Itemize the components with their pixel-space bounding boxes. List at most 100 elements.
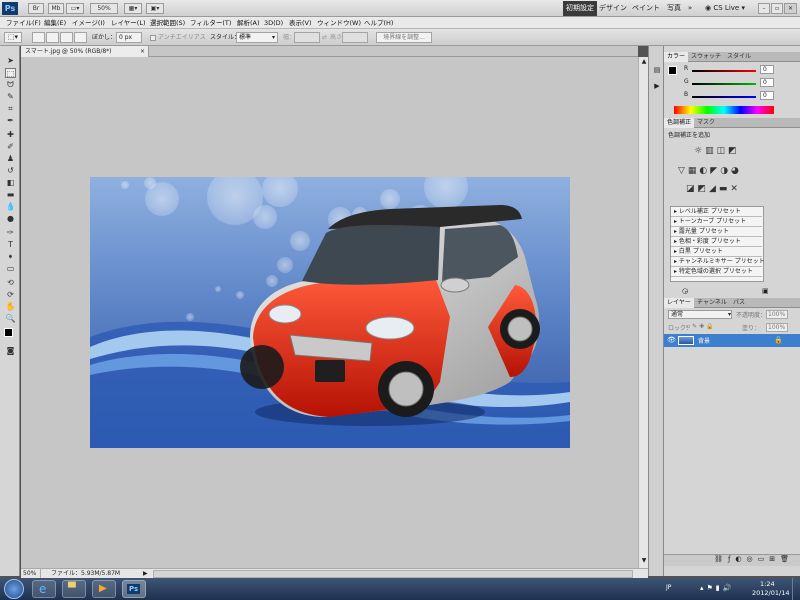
zoom-tool-icon[interactable]: 🔍 [5,314,16,324]
antialias-checkbox[interactable] [150,35,156,41]
screen-mode-button[interactable]: ▣▾ [146,3,164,14]
preset-exposure[interactable]: ▸ 露光量 プリセット [671,227,762,237]
lock-icons[interactable]: ▫✎✚🔒 [686,323,716,330]
menu-layer[interactable]: レイヤー(L) [111,17,146,29]
document-close-icon[interactable]: × [140,46,145,57]
cs-live-button[interactable]: ◉ CS Live ▾ [701,1,749,16]
clone-stamp-tool-icon[interactable]: ♟ [5,154,16,164]
taskbar-media-player-icon[interactable]: ▶ [92,580,116,598]
foreground-color-swatch[interactable] [4,328,13,337]
r-slider[interactable] [692,70,756,72]
dodge-tool-icon[interactable]: ● [5,214,16,224]
vertical-scrollbar[interactable]: ▲ ▼ [638,57,648,568]
r-input[interactable]: 0 [760,65,774,74]
adjustment-icons-row-2[interactable]: ▽▦◐◤◑◕ [678,166,768,176]
move-tool-icon[interactable]: ➤ [5,56,16,66]
minimize-button[interactable]: – [758,3,770,14]
horizontal-scrollbar[interactable] [153,570,633,578]
history-panel-icon[interactable]: ▤ [652,66,662,76]
adjustment-icons-row-1[interactable]: ☼▥◫◩ [694,146,764,156]
3d-camera-tool-icon[interactable]: ⟳ [5,290,16,300]
workspace-photo[interactable]: 写真 [663,1,685,16]
b-input[interactable]: 0 [760,91,774,100]
scroll-up-arrow[interactable]: ▲ [640,58,648,66]
quick-mask-icon[interactable]: ◙ [5,346,16,356]
healing-brush-tool-icon[interactable]: ✚ [5,130,16,140]
b-slider[interactable] [692,96,756,98]
history-brush-tool-icon[interactable]: ↺ [5,166,16,176]
blend-mode-select[interactable]: 通常 ▾ [668,310,732,319]
document-image[interactable] [90,177,570,448]
menu-view[interactable]: 表示(V) [289,17,312,29]
adjustment-mask-icon[interactable]: ◶ [682,287,688,295]
workspace-paint[interactable]: ペイント [631,1,661,16]
new-selection-icon[interactable] [32,32,45,43]
preset-black-white[interactable]: ▸ 白黒 プリセット [671,247,762,257]
layer-name[interactable]: 背景 [698,336,710,345]
g-slider[interactable] [692,83,756,85]
tab-masks[interactable]: マスク [694,118,718,128]
brush-tool-icon[interactable]: ✐ [5,142,16,152]
preset-levels[interactable]: ▸ レベル補正 プリセット [671,207,762,217]
type-tool-icon[interactable]: T [5,240,16,250]
color-ramp[interactable] [674,106,774,114]
start-button[interactable] [4,579,24,599]
menu-window[interactable]: ウィンドウ(W) [317,17,361,29]
extras-menu-button[interactable]: ▭▾ [66,3,84,14]
eyedropper-tool-icon[interactable]: ✒ [5,116,16,126]
style-select[interactable]: 標準 ▾ [236,32,278,43]
close-button[interactable]: ✕ [784,3,797,14]
tab-layers[interactable]: レイヤー [664,298,694,308]
layers-bottom-toolbar[interactable]: ⛓ƒ◐◎▭⊞🗑 [664,554,800,566]
intersect-selection-icon[interactable] [74,32,87,43]
menu-help[interactable]: ヘルプ(H) [364,17,393,29]
workspace-design[interactable]: デザイン [599,1,627,16]
add-to-selection-icon[interactable] [46,32,59,43]
menu-filter[interactable]: フィルター(T) [190,17,231,29]
taskbar-photoshop-icon[interactable]: Ps [122,580,146,598]
preset-curves[interactable]: ▸ トーンカーブ プリセット [671,217,762,227]
gradient-tool-icon[interactable]: ▬ [5,190,16,200]
menu-image[interactable]: イメージ(I) [72,17,105,29]
quick-selection-tool-icon[interactable]: ✎ [5,92,16,102]
ime-language-indicator[interactable]: JP [666,584,671,591]
tab-channels[interactable]: チャンネル [694,298,730,308]
bridge-button[interactable]: Br [28,3,44,14]
preset-channel-mixer[interactable]: ▸ チャンネルミキサー プリセット [671,257,765,267]
swap-icon[interactable]: ⇄ [322,32,327,43]
shape-tool-icon[interactable]: ▭ [5,264,16,274]
taskbar-internet-explorer-icon[interactable]: e [32,580,56,598]
menu-3d[interactable]: 3D(D) [264,17,283,29]
preset-selective-color[interactable]: ▸ 特定色域の選択 プリセット [671,267,762,277]
refine-edge-button[interactable]: 境界線を調整... [376,32,432,43]
opacity-input[interactable]: 100% [766,310,788,319]
tool-preset-picker[interactable]: ⬚▾ [4,32,22,43]
canvas-area[interactable] [21,57,638,568]
g-input[interactable]: 0 [760,78,774,87]
show-desktop-button[interactable] [792,578,800,600]
adjustment-camera-icon[interactable]: ▣ [762,287,769,295]
blur-tool-icon[interactable]: 💧 [5,202,16,212]
more-workspaces-button[interactable]: » [685,1,695,16]
menu-select[interactable]: 選択範囲(S) [150,17,185,29]
feather-input[interactable]: 0 px [116,32,142,43]
actions-panel-icon[interactable]: ▶ [652,82,662,92]
crop-tool-icon[interactable]: ⌗ [5,104,16,114]
mini-bridge-button[interactable]: Mb [48,3,64,14]
layer-visibility-eye-icon[interactable]: 👁 [667,336,676,344]
adjustment-icons-row-3[interactable]: ◪◩◢▬✕ [686,184,766,194]
workspace-essentials[interactable]: 初期設定 [563,1,597,16]
menu-edit[interactable]: 編集(E) [44,17,66,29]
taskbar-explorer-folder-icon[interactable]: ▀ [62,580,86,598]
fill-input[interactable]: 100% [766,323,788,332]
panel-foreground-swatch[interactable] [668,66,677,75]
height-input[interactable] [342,32,368,43]
subtract-from-selection-icon[interactable] [60,32,73,43]
arrange-documents-button[interactable]: ▦▾ [124,3,142,14]
lasso-tool-icon[interactable]: ᗢ [5,80,16,90]
eraser-tool-icon[interactable]: ◧ [5,178,16,188]
document-tab[interactable]: スマート.jpg @ 50% (RGB/8*) × [21,46,149,57]
maximize-button[interactable]: ▫ [771,3,783,14]
3d-rotate-tool-icon[interactable]: ⟲ [5,278,16,288]
zoom-level-button[interactable]: 50% [90,3,118,14]
